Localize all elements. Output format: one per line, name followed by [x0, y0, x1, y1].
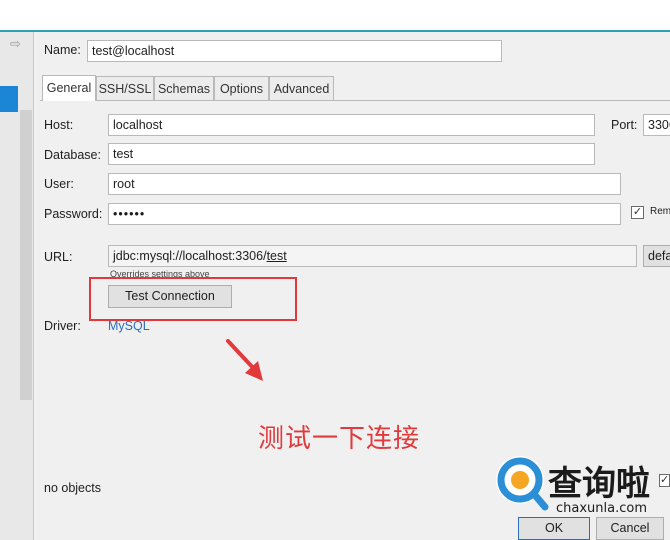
name-input[interactable]: test@localhost [87, 40, 502, 62]
user-label: User: [44, 177, 74, 191]
default-button[interactable]: default [643, 245, 670, 267]
title-bar [0, 0, 670, 32]
ok-button[interactable]: OK [518, 517, 590, 540]
watermark-logo-icon [496, 456, 549, 511]
port-label: Port: [611, 118, 638, 132]
password-label: Password: [44, 207, 103, 221]
highlight-box [89, 277, 297, 321]
cancel-button[interactable]: Cancel [596, 517, 664, 540]
host-label: Host: [44, 118, 74, 132]
url-input[interactable]: jdbc:mysql://localhost:3306/test [108, 245, 637, 267]
driver-link[interactable]: MySQL [108, 319, 150, 333]
remember-checkbox[interactable]: ✓ [631, 206, 644, 219]
database-input[interactable]: test [108, 143, 595, 165]
watermark-text: 查询啦 [548, 464, 650, 504]
option-checkbox[interactable]: ✓ [659, 474, 670, 487]
tab-divider [40, 100, 670, 101]
port-input[interactable]: 3306 [643, 114, 670, 136]
url-label: URL: [44, 250, 73, 264]
user-input[interactable]: root [108, 173, 621, 195]
password-input[interactable]: •••••• [108, 203, 621, 225]
remember-label: Remember [650, 206, 670, 217]
driver-label: Driver: [44, 319, 81, 333]
annotation-arrow-icon [226, 339, 263, 381]
url-database: test [266, 249, 287, 263]
left-panel-scrollbar[interactable] [20, 110, 32, 400]
status-text: no objects [44, 481, 101, 495]
tab-schemas[interactable]: Schemas [154, 76, 214, 100]
watermark-url: chaxunla.com [556, 501, 647, 516]
tab-ssh-ssl[interactable]: SSH/SSL [96, 76, 154, 100]
tab-options[interactable]: Options [214, 76, 269, 100]
arrow-right-icon[interactable]: ⇨ [10, 36, 21, 52]
database-label: Database: [44, 148, 101, 162]
tab-general[interactable]: General [42, 75, 96, 101]
left-panel-selected-item[interactable] [0, 86, 18, 112]
url-prefix: jdbc:mysql://localhost:3306/ [113, 249, 267, 263]
tab-advanced[interactable]: Advanced [269, 76, 334, 100]
annotation-text: 测试一下连接 [258, 424, 421, 454]
host-input[interactable]: localhost [108, 114, 595, 136]
name-label: Name: [44, 43, 81, 57]
